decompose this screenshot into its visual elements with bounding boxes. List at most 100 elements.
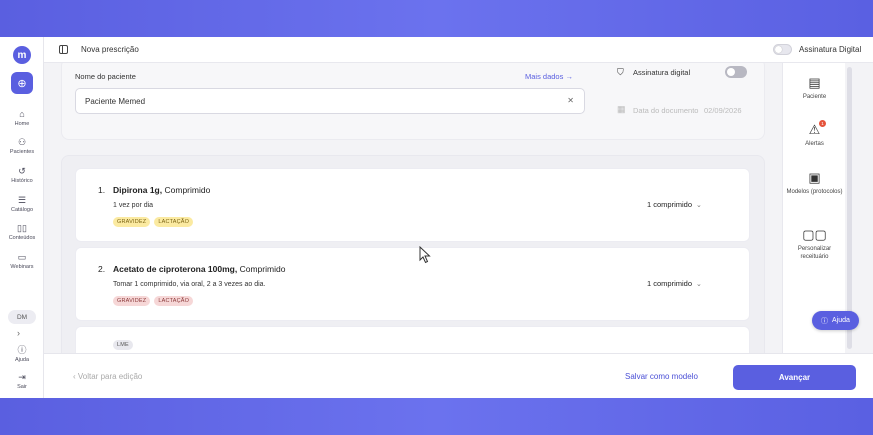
digital-signature-label: Assinatura Digital — [799, 45, 862, 54]
tool-modelos[interactable]: ▣ Modelos (protocolos) — [783, 170, 846, 196]
tool-alertas[interactable]: ⚠ 1 Alertas — [783, 120, 846, 148]
help-chat-icon: ⓘ — [821, 317, 829, 325]
tool-label: Personalizar receituário — [797, 246, 832, 260]
main-content: Nome do paciente Mais dados → Paciente M… — [44, 63, 782, 353]
video-icon: ▭ — [17, 252, 27, 262]
nav-label: Ajuda — [14, 357, 30, 363]
medication-form: Comprimido — [239, 264, 286, 274]
help-label: Ajuda — [832, 317, 850, 324]
clear-icon[interactable]: ✕ — [567, 96, 574, 105]
book-icon: ▯▯ — [17, 223, 27, 233]
alert-badge: 1 — [819, 120, 826, 127]
tag-lactacao: LACTAÇÃO — [154, 217, 194, 227]
tag-gravidez: GRAVIDEZ — [113, 296, 151, 306]
nav-label: Sair — [17, 384, 27, 390]
medication-item[interactable]: LME — [75, 326, 750, 353]
chevron-down-icon: ⌄ — [696, 202, 702, 209]
models-icon: ▣ — [808, 170, 821, 185]
document-date-value[interactable]: 02/09/2026 — [704, 106, 742, 115]
nav-item-catalogo[interactable]: ☰ Catálogo — [0, 195, 44, 213]
nav-item-sair[interactable]: ⇥ Sair — [0, 372, 44, 390]
nav-item-pacientes[interactable]: ⚇ Pacientes — [0, 137, 44, 155]
quantity-dropdown[interactable]: 1 comprimido ⌄ — [647, 279, 702, 288]
sidebar-toggle-icon[interactable] — [59, 45, 68, 54]
quantity-value: 1 comprimido — [647, 279, 693, 288]
nav-item-conteudos[interactable]: ▯▯ Conteúdos — [0, 223, 44, 241]
signature-label: Assinatura digital — [633, 68, 691, 77]
medication-drug: Dipirona 1g, — [113, 185, 163, 195]
advance-button[interactable]: Avançar — [733, 365, 856, 390]
shield-check-icon: ⛉ — [617, 67, 624, 77]
back-to-edit-button[interactable]: ‹ Voltar para edição — [73, 372, 142, 381]
bottom-bar: ‹ Voltar para edição Salvar como modelo … — [44, 353, 873, 398]
tools-panel: ▤ Paciente ⚠ 1 Alertas ▣ Modelos (protoc… — [782, 63, 845, 353]
patient-card: Nome do paciente Mais dados → Paciente M… — [61, 63, 765, 140]
tag-lme: LME — [113, 340, 133, 350]
users-icon: ⚇ — [17, 137, 27, 147]
tool-label: Modelos (protocolos) — [786, 189, 843, 195]
logout-icon: ⇥ — [18, 372, 26, 382]
memed-logo-icon[interactable]: m — [13, 46, 31, 64]
nav-label: Webinars — [10, 264, 34, 270]
arrow-right-icon: → — [565, 72, 573, 81]
nav-label: Histórico — [11, 178, 33, 184]
tool-label: Paciente — [802, 94, 827, 100]
nav-label: Conteúdos — [8, 235, 36, 241]
medication-item[interactable]: 2. Acetato de ciproterona 100mg, Comprim… — [75, 247, 750, 321]
nav-label: Catálogo — [10, 207, 34, 213]
medication-dosage: Tomar 1 comprimido, via oral, 2 a 3 veze… — [113, 281, 266, 288]
more-data-link[interactable]: Mais dados → — [525, 72, 573, 81]
mouse-cursor-icon — [419, 246, 431, 264]
patient-name-label: Nome do paciente — [75, 72, 136, 81]
document-date-label: Data do documento — [633, 106, 699, 115]
page-title: Nova prescrição — [81, 45, 139, 54]
expand-chevron-icon[interactable]: › — [17, 328, 20, 338]
medication-list: 1. Dipirona 1g, Comprimido 1 vez por dia… — [61, 155, 765, 353]
medication-tags: LME — [113, 340, 133, 350]
avatar[interactable]: DM — [8, 310, 36, 324]
scrollbar[interactable] — [847, 67, 852, 349]
app-window: m ⊕ ⌂ Home ⚇ Pacientes ↺ Histórico ☰ Cat… — [0, 37, 873, 398]
home-icon: ⌂ — [19, 109, 25, 119]
medication-item[interactable]: 1. Dipirona 1g, Comprimido 1 vez por dia… — [75, 168, 750, 242]
digital-signature-toggle[interactable] — [773, 44, 792, 55]
new-prescription-button[interactable]: ⊕ — [11, 72, 33, 94]
medication-name: Acetato de ciproterona 100mg, Comprimido — [113, 264, 285, 274]
medication-number: 1. — [98, 185, 106, 195]
back-label: Voltar para edição — [77, 372, 143, 381]
tag-lactacao: LACTAÇÃO — [154, 296, 194, 306]
tag-gravidez: GRAVIDEZ — [113, 217, 151, 227]
tool-paciente[interactable]: ▤ Paciente — [783, 75, 846, 101]
nav-item-home[interactable]: ⌂ Home — [0, 109, 44, 127]
quantity-dropdown[interactable]: 1 comprimido ⌄ — [647, 200, 702, 209]
nav-item-historico[interactable]: ↺ Histórico — [0, 166, 44, 184]
customize-icon: ▢▢ — [802, 227, 827, 242]
tool-personalizar[interactable]: ▢▢ Personalizar receituário — [783, 227, 846, 261]
medication-form: Comprimido — [164, 185, 211, 195]
left-rail: m ⊕ ⌂ Home ⚇ Pacientes ↺ Histórico ☰ Cat… — [0, 37, 44, 398]
quantity-value: 1 comprimido — [647, 200, 693, 209]
medication-drug: Acetato de ciproterona 100mg, — [113, 264, 238, 274]
nav-item-ajuda[interactable]: ⓘ Ajuda — [0, 345, 44, 363]
help-button[interactable]: ⓘ Ajuda — [812, 311, 859, 330]
nav-item-webinars[interactable]: ▭ Webinars — [0, 252, 44, 270]
history-icon: ↺ — [18, 166, 26, 176]
more-data-label: Mais dados — [525, 72, 564, 81]
medication-dosage: 1 vez por dia — [113, 202, 154, 209]
patient-name-value: Paciente Memed — [85, 97, 146, 106]
list-icon: ☰ — [17, 195, 27, 205]
tool-label: Alertas — [805, 141, 824, 147]
nav-label: Pacientes — [9, 149, 35, 155]
patient-file-icon: ▤ — [808, 75, 821, 90]
medication-number: 2. — [98, 264, 106, 274]
medication-tags: GRAVIDEZ LACTAÇÃO — [113, 217, 194, 227]
calendar-icon: ▦ — [617, 104, 626, 114]
medication-name: Dipirona 1g, Comprimido — [113, 185, 210, 195]
medication-tags: GRAVIDEZ LACTAÇÃO — [113, 296, 194, 306]
signature-toggle[interactable] — [725, 66, 747, 78]
patient-name-field[interactable]: Paciente Memed ✕ — [75, 88, 585, 114]
save-as-model-button[interactable]: Salvar como modelo — [625, 372, 698, 381]
top-bar: Nova prescrição Assinatura Digital — [44, 37, 873, 63]
alert-icon: ⚠ — [808, 122, 821, 137]
nav-label: Home — [14, 121, 30, 127]
